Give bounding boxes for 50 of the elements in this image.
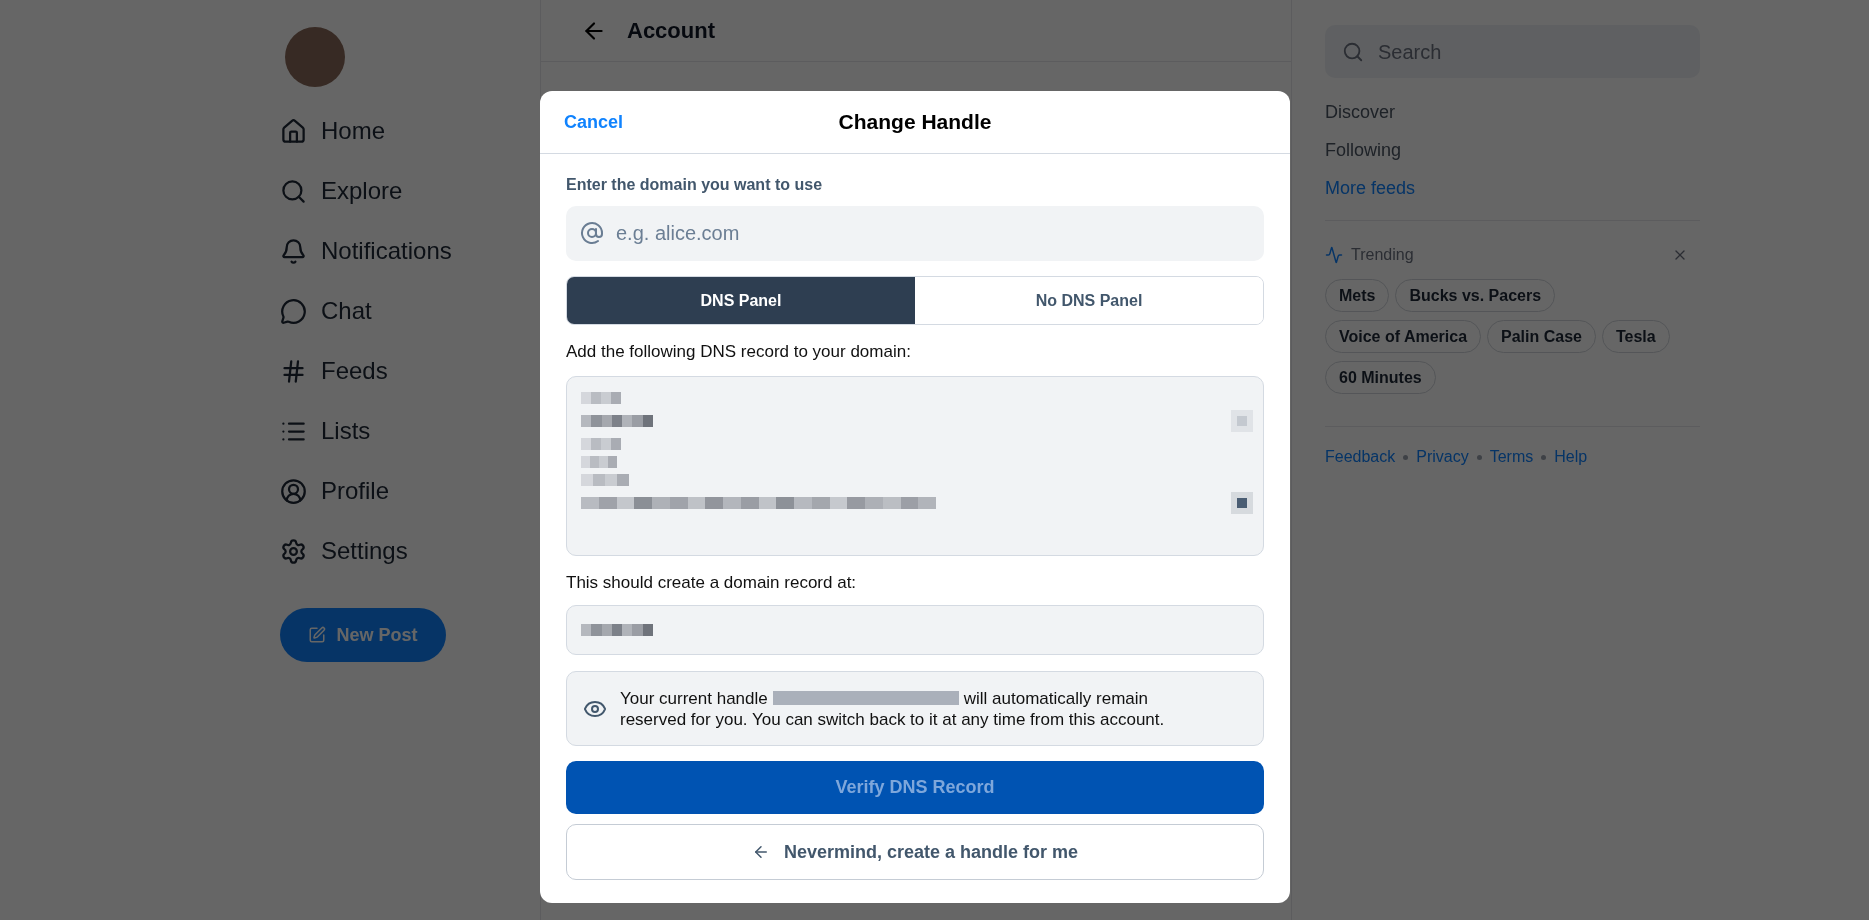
settings-icon xyxy=(280,537,307,565)
nav-item[interactable]: Profile xyxy=(280,461,540,521)
avatar[interactable] xyxy=(285,27,345,87)
domain-input-field[interactable]: e.g. alice.com xyxy=(566,206,1264,261)
footer-link[interactable]: Feedback xyxy=(1325,445,1396,469)
more-feeds-link[interactable]: More feeds xyxy=(1325,174,1416,202)
instruction-text: Add the following DNS record to your domain: xyxy=(566,341,912,363)
nav-item[interactable]: Notifications xyxy=(280,221,540,281)
trending-title: Trending xyxy=(1351,245,1414,265)
footer-link[interactable]: Terms xyxy=(1489,445,1534,469)
search-icon xyxy=(1342,40,1364,63)
search-icon xyxy=(280,177,307,205)
dot-separator-icon xyxy=(1476,454,1482,460)
pixelated-text xyxy=(581,473,629,486)
feed-link[interactable]: Discover xyxy=(1325,98,1395,126)
house-icon xyxy=(280,117,307,145)
hash-icon xyxy=(280,357,307,385)
nav-item[interactable]: Chat xyxy=(280,281,540,341)
pixelated-text xyxy=(581,414,653,427)
info-text: Your current handle xyxy=(620,687,768,709)
profile-icon xyxy=(280,477,307,505)
footer-link[interactable]: Privacy xyxy=(1416,445,1469,469)
dialog-title: Change Handle xyxy=(838,109,992,136)
pixelated-text xyxy=(581,391,621,404)
segment-tab[interactable]: DNS Panel xyxy=(567,277,915,324)
info-text: reserved for you. You can switch back to it at any time from this account. xyxy=(620,708,1165,730)
pixelated-text xyxy=(581,624,653,636)
chat-bubble-icon xyxy=(280,297,307,325)
nav-item[interactable]: Home xyxy=(280,101,540,161)
page-title: Account xyxy=(627,17,715,45)
new-post-button[interactable]: New Post xyxy=(280,608,446,662)
dot-separator-icon xyxy=(1541,454,1547,460)
footer-link[interactable]: Help xyxy=(1554,445,1588,469)
info-text: will automatically remain xyxy=(963,687,1148,709)
nav-item[interactable]: Feeds xyxy=(280,341,540,401)
pixelated-text xyxy=(581,455,617,468)
cancel-link[interactable]: Cancel xyxy=(564,108,624,136)
trending-icon xyxy=(1325,246,1343,264)
bell-icon xyxy=(280,237,307,265)
dot-separator-icon xyxy=(1403,454,1409,460)
pencil-icon xyxy=(308,626,327,644)
field-label: Enter the domain you want to use xyxy=(566,175,824,195)
instruction-text: This should create a domain record at: xyxy=(566,571,858,594)
nav-item[interactable]: Lists xyxy=(280,401,540,461)
at-sign-icon xyxy=(580,221,604,245)
feed-link[interactable]: Following xyxy=(1325,136,1402,164)
nav-item[interactable]: Settings xyxy=(280,521,540,581)
nevermind-button[interactable]: Nevermind, create a handle for me xyxy=(566,824,1264,880)
nav-item[interactable]: Explore xyxy=(280,161,540,221)
pixelated-text xyxy=(581,437,621,450)
